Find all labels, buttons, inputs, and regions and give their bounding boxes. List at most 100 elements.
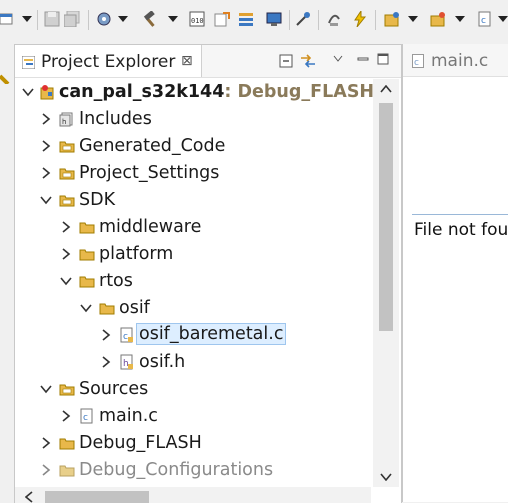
toolbar-separator: [318, 10, 319, 30]
view-menu-icon[interactable]: [333, 55, 343, 63]
step-icon[interactable]: [326, 11, 342, 27]
tree-item-label: middleware: [99, 217, 202, 237]
folder-icon: [79, 276, 95, 288]
tree-item-sources[interactable]: Sources: [15, 376, 371, 403]
save-all-icon[interactable]: [64, 11, 80, 27]
tree-item-label: Generated_Code: [79, 136, 226, 156]
chevron-right-icon[interactable]: [39, 139, 53, 153]
close-icon[interactable]: ⊠: [181, 53, 193, 69]
new-folder-icon[interactable]: [430, 11, 446, 27]
tree-item-label: osif.h: [139, 352, 186, 372]
save-icon[interactable]: [44, 11, 60, 27]
tree-item-osif-h[interactable]: h osif.h: [15, 349, 371, 376]
svg-text:c: c: [414, 58, 419, 68]
new-file-icon[interactable]: c: [477, 11, 493, 27]
hammer-icon[interactable]: [142, 11, 158, 27]
build-dropdown-icon[interactable]: [168, 16, 178, 22]
source-folder-icon: [59, 141, 75, 153]
chevron-right-icon[interactable]: [59, 247, 73, 261]
chevron-right-icon[interactable]: [99, 355, 113, 369]
new-dropdown-icon[interactable]: [22, 16, 32, 22]
svg-text:h: h: [62, 118, 66, 126]
chevron-down-icon[interactable]: [21, 85, 35, 99]
scroll-left-icon[interactable]: [25, 491, 33, 503]
build-config-icon[interactable]: [96, 11, 112, 27]
tree-item-sdk[interactable]: SDK: [15, 187, 371, 214]
chevron-down-icon[interactable]: [39, 193, 53, 207]
chevron-down-icon[interactable]: [79, 301, 93, 315]
chevron-right-icon[interactable]: [39, 166, 53, 180]
tree-item-osif-baremetal-c[interactable]: c osif_baremetal.c: [15, 322, 371, 349]
tree-item-label: Project_Settings: [79, 163, 220, 183]
maximize-icon[interactable]: [377, 53, 389, 65]
tree-item-debug-configurations[interactable]: Debug_Configurations: [15, 457, 371, 484]
lightning-icon[interactable]: [352, 11, 368, 27]
list-icon[interactable]: [238, 11, 254, 27]
new-file-dropdown-icon[interactable]: [498, 16, 508, 22]
chevron-right-icon[interactable]: [99, 328, 113, 342]
chevron-right-icon[interactable]: [39, 112, 53, 126]
pencil-icon[interactable]: [0, 56, 10, 84]
import-icon[interactable]: [214, 11, 230, 27]
project-icon: [40, 85, 54, 100]
chevron-right-icon[interactable]: [39, 436, 53, 450]
tab-main-c[interactable]: c main.c: [403, 44, 508, 77]
tree-item-label: Sources: [79, 379, 149, 399]
editor-area: c main.c File not fou: [402, 44, 508, 502]
new-icon[interactable]: [0, 11, 16, 27]
binary-icon[interactable]: 010: [189, 11, 205, 27]
tree-item-label: main.c: [99, 406, 158, 426]
tree-item-generated-code[interactable]: Generated_Code: [15, 133, 371, 160]
horizontal-scrollbar[interactable]: [15, 487, 371, 503]
vertical-scrollbar[interactable]: [373, 79, 399, 487]
device-icon[interactable]: [266, 11, 282, 27]
source-folder-icon: [59, 384, 75, 396]
folder-icon: [99, 303, 115, 315]
chevron-down-icon[interactable]: [59, 274, 73, 288]
tree-item-osif[interactable]: osif: [15, 295, 371, 322]
includes-icon: h: [59, 112, 73, 127]
tree-item-label: Debug_Configurations: [79, 460, 274, 480]
build-config-dropdown-icon[interactable]: [118, 16, 128, 22]
new-folder-dropdown-icon[interactable]: [455, 16, 465, 22]
tab-project-explorer[interactable]: Project Explorer ⊠: [15, 45, 202, 77]
new-project-icon[interactable]: [384, 11, 400, 27]
horizontal-scroll-thumb[interactable]: [45, 491, 149, 503]
tree-item-label: Debug_FLASH: [79, 433, 202, 453]
folder-icon: [79, 222, 95, 234]
svg-text:h: h: [123, 359, 129, 369]
tree-item-includes[interactable]: h Includes: [15, 106, 371, 133]
svg-text:c: c: [83, 413, 88, 423]
folder-icon: [59, 438, 75, 450]
c-file-icon: c: [80, 408, 93, 424]
editor-divider: [412, 214, 508, 215]
scroll-down-icon[interactable]: [380, 473, 392, 481]
scroll-up-icon[interactable]: [380, 85, 392, 93]
chevron-right-icon[interactable]: [59, 220, 73, 234]
scroll-thumb[interactable]: [379, 103, 393, 331]
tree-item-main-c[interactable]: c main.c: [15, 403, 371, 430]
chevron-down-icon[interactable]: [39, 382, 53, 396]
collapse-all-icon[interactable]: [279, 54, 293, 68]
chevron-right-icon[interactable]: [59, 409, 73, 423]
svg-text:010: 010: [191, 17, 204, 25]
view-title: Project Explorer: [41, 52, 176, 72]
toolbar-separator: [289, 10, 290, 30]
tree-item-label: osif: [119, 298, 150, 318]
probe-icon[interactable]: [295, 11, 311, 27]
svg-text:c: c: [481, 16, 486, 26]
tree-item-middleware[interactable]: middleware: [15, 214, 371, 241]
link-editor-icon[interactable]: [300, 53, 316, 69]
tree-item-label: platform: [99, 244, 174, 264]
new-project-dropdown-icon[interactable]: [408, 16, 418, 22]
tree-item-debug-flash[interactable]: Debug_FLASH: [15, 430, 371, 457]
toolbar-separator: [37, 10, 38, 30]
tree-item-project[interactable]: can_pal_s32k144: Debug_FLASH: [15, 79, 374, 106]
minimize-icon[interactable]: [357, 57, 369, 61]
tree-item-label: rtos: [99, 271, 133, 291]
chevron-right-icon[interactable]: [39, 463, 53, 477]
tree-item-platform[interactable]: platform: [15, 241, 371, 268]
h-file-icon: h: [120, 354, 133, 370]
tree-item-project-settings[interactable]: Project_Settings: [15, 160, 371, 187]
tree-item-rtos[interactable]: rtos: [15, 268, 371, 295]
